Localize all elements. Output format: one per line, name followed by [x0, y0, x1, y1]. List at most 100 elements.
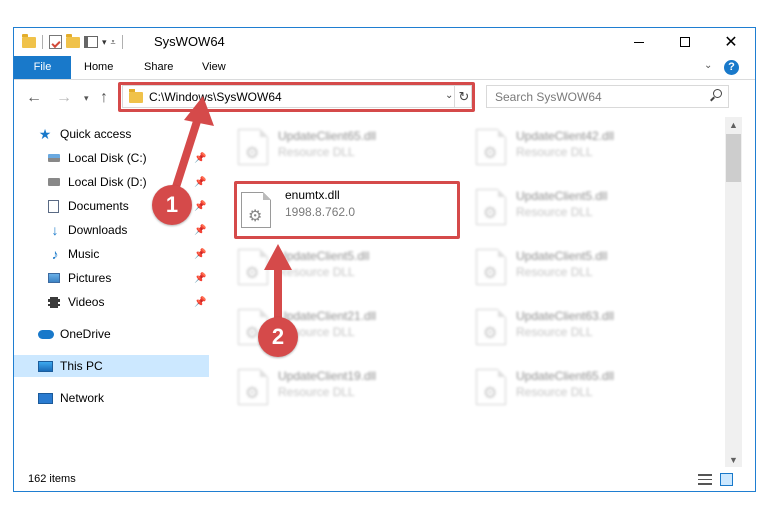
forward-arrow-icon[interactable]: →	[56, 89, 72, 107]
pin-icon[interactable]: 📌	[194, 249, 206, 260]
up-arrow-icon[interactable]: ↑	[100, 89, 108, 107]
dll-file-icon	[476, 309, 506, 345]
sidebar-item-pictures[interactable]: Pictures 📌	[14, 267, 209, 289]
list-item[interactable]: UpdateClient5.dll Resource DLL	[468, 243, 688, 303]
list-item[interactable]: UpdateClient63.dll Resource DLL	[468, 303, 688, 363]
navigation-bar: ← → ▾ ↑ C:\Windows\SysWOW64 ⌄ ↻ Search S…	[14, 80, 755, 116]
cloud-icon	[38, 329, 54, 339]
sidebar-item-label: Documents	[68, 199, 129, 213]
file-name: UpdateClient63.dll	[516, 309, 615, 323]
list-item[interactable]: UpdateClient5.dll Resource DLL	[230, 243, 450, 303]
status-bar: 162 items	[14, 467, 755, 491]
scroll-up-button[interactable]: ▲	[725, 117, 742, 134]
pictures-icon	[48, 273, 60, 283]
chevron-up-icon: ▲	[729, 120, 738, 130]
tab-home[interactable]: Home	[72, 56, 125, 79]
toolbar-divider	[121, 35, 123, 49]
folder-icon	[129, 89, 143, 103]
search-input[interactable]: Search SysWOW64	[495, 90, 602, 104]
pin-icon[interactable]: 📌	[194, 225, 206, 236]
drive-icon	[48, 154, 60, 162]
list-item[interactable]: UpdateClient19.dll Resource DLL	[230, 363, 450, 423]
tiles-view-icon[interactable]	[720, 473, 733, 486]
minimize-icon	[634, 41, 644, 43]
file-version: 1998.8.762.0	[285, 205, 356, 219]
file-type: Resource DLL	[516, 325, 593, 339]
file-type: Resource DLL	[278, 145, 355, 159]
help-icon[interactable]: ?	[724, 60, 739, 75]
file-type: Resource DLL	[516, 265, 593, 279]
sidebar-item-quick-access[interactable]: ★ Quick access	[14, 123, 209, 145]
maximize-button[interactable]	[662, 28, 708, 56]
sidebar-item-music[interactable]: ♪ Music 📌	[14, 243, 209, 265]
drive-icon	[48, 178, 60, 186]
pin-icon[interactable]: 📌	[194, 273, 206, 284]
tab-file[interactable]: File	[14, 56, 71, 79]
refresh-icon: ↻	[458, 89, 470, 104]
dll-file-icon	[476, 249, 506, 285]
file-type: Resource DLL	[516, 385, 593, 399]
dll-file-icon	[238, 369, 268, 405]
new-folder-icon[interactable]	[66, 33, 80, 48]
vertical-scrollbar[interactable]: ▲ ▼	[725, 117, 742, 467]
expand-ribbon-icon[interactable]: ⌄	[704, 60, 712, 71]
sidebar-item-onedrive[interactable]: OneDrive	[14, 323, 209, 345]
customize-toolbar-icon[interactable]: ⩡	[111, 37, 116, 48]
list-item[interactable]: UpdateClient65.dll Resource DLL	[468, 363, 688, 423]
pin-icon[interactable]: 📌	[194, 153, 206, 164]
file-item-enumtx[interactable]: enumtx.dll 1998.8.762.0	[234, 181, 460, 239]
title-bar: ▾ ⩡ SysWOW64 ✕	[14, 28, 755, 56]
sidebar-item-this-pc[interactable]: This PC	[14, 355, 209, 377]
address-path[interactable]: C:\Windows\SysWOW64	[149, 90, 282, 104]
star-icon: ★	[38, 125, 52, 142]
ribbon: File Home Share View ⌄ ?	[14, 56, 755, 80]
file-list: UpdateClient65.dll Resource DLL UpdateCl…	[210, 117, 725, 467]
search-icon[interactable]	[710, 89, 722, 101]
tab-share[interactable]: Share	[132, 56, 185, 79]
navigation-pane: ★ Quick access Local Disk (C:) 📌 Local D…	[14, 117, 209, 467]
sidebar-item-network[interactable]: Network	[14, 387, 209, 409]
address-bar[interactable]: C:\Windows\SysWOW64 ⌄	[122, 85, 472, 108]
refresh-button[interactable]: ↻	[454, 85, 474, 108]
dll-file-icon	[238, 249, 268, 285]
pin-icon[interactable]: 📌	[194, 201, 206, 212]
scroll-thumb[interactable]	[726, 134, 741, 182]
list-item[interactable]: UpdateClient42.dll Resource DLL	[468, 123, 688, 183]
sidebar-item-local-disk-c[interactable]: Local Disk (C:) 📌	[14, 147, 209, 169]
list-item[interactable]: UpdateClient65.dll Resource DLL	[230, 123, 450, 183]
sidebar-item-label: Local Disk (C:)	[68, 151, 147, 165]
file-name: enumtx.dll	[285, 188, 340, 202]
sidebar-item-label: This PC	[60, 359, 103, 373]
folder-icon[interactable]	[22, 33, 36, 48]
file-type: Resource DLL	[516, 205, 593, 219]
sidebar-item-label: Music	[68, 247, 100, 261]
file-name: UpdateClient65.dll	[278, 129, 377, 143]
file-type: Resource DLL	[278, 265, 355, 279]
sidebar-item-label: Local Disk (D:)	[68, 175, 147, 189]
view-icon[interactable]	[84, 36, 98, 48]
list-item[interactable]: enumtx.dll 1998.8.762.0	[237, 184, 457, 244]
sidebar-item-label: Downloads	[68, 223, 128, 237]
sidebar-item-label: Videos	[68, 295, 105, 309]
sidebar-item-label: OneDrive	[60, 327, 111, 341]
sidebar-item-videos[interactable]: Videos 📌	[14, 291, 209, 313]
item-count: 162 items	[28, 473, 76, 485]
file-name: UpdateClient65.dll	[516, 369, 615, 383]
chevron-down-icon[interactable]: ▾	[102, 37, 107, 48]
list-item[interactable]: UpdateClient5.dll Resource DLL	[468, 183, 688, 243]
details-view-icon[interactable]	[698, 474, 712, 485]
pin-icon[interactable]: 📌	[194, 297, 206, 308]
back-arrow-icon[interactable]: ←	[26, 89, 42, 107]
properties-icon[interactable]	[49, 35, 62, 49]
close-button[interactable]: ✕	[708, 28, 754, 56]
download-icon: ↓	[51, 222, 59, 238]
file-type: Resource DLL	[278, 385, 355, 399]
search-box[interactable]: Search SysWOW64	[486, 85, 729, 108]
minimize-button[interactable]	[616, 28, 662, 56]
recent-locations-icon[interactable]: ▾	[84, 93, 89, 104]
sidebar-item-label: Pictures	[68, 271, 112, 285]
chevron-down-icon[interactable]: ⌄	[445, 90, 453, 101]
dll-file-icon	[476, 189, 506, 225]
pin-icon[interactable]: 📌	[194, 177, 206, 188]
tab-view[interactable]: View	[190, 56, 238, 79]
